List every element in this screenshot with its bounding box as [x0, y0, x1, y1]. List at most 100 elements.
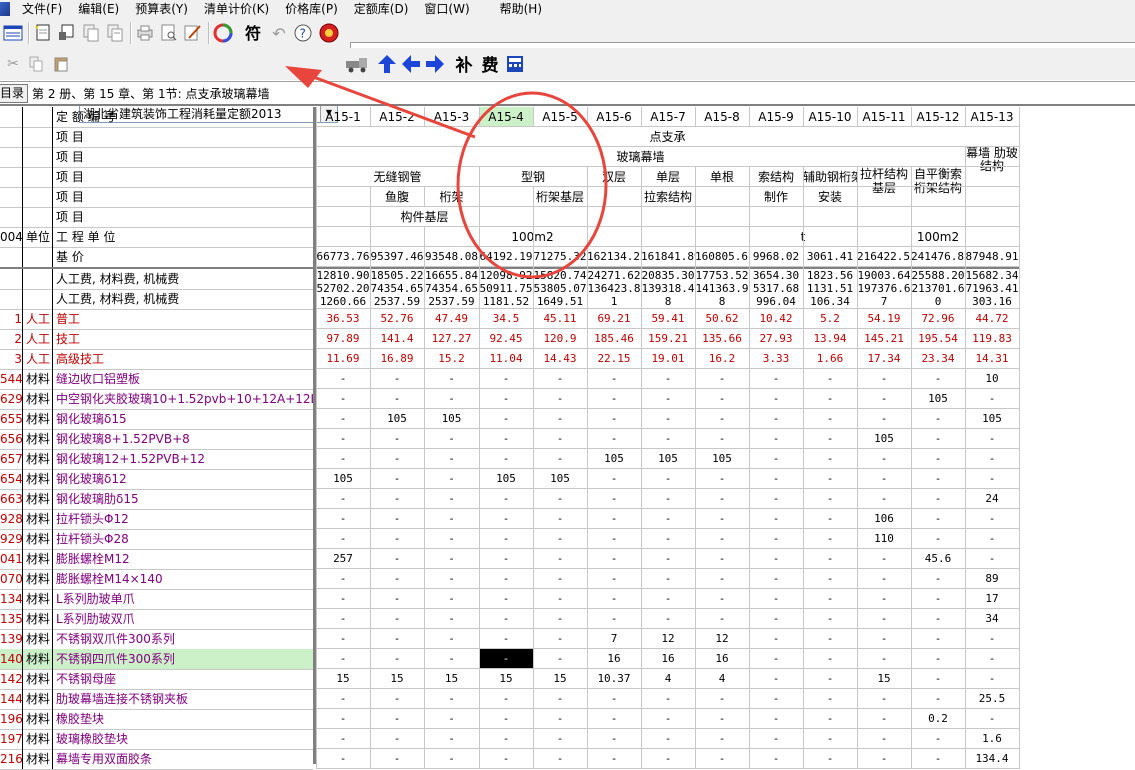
quantity-cell[interactable]: - — [911, 649, 965, 669]
quantity-cell[interactable]: 34 — [965, 609, 1019, 629]
quantity-cell[interactable]: - — [424, 529, 479, 549]
quantity-cell[interactable]: - — [965, 629, 1019, 649]
quantity-cell[interactable]: - — [424, 649, 479, 669]
quantity-cell[interactable]: 12 — [641, 629, 695, 649]
quantity-cell[interactable]: - — [424, 509, 479, 529]
quantity-cell[interactable]: 89 — [965, 569, 1019, 589]
quantity-cell[interactable]: - — [424, 589, 479, 609]
directory-button[interactable]: 目录 — [0, 83, 29, 103]
quantity-cell[interactable]: - — [641, 409, 695, 429]
quantity-cell[interactable]: - — [587, 749, 641, 769]
quantity-cell[interactable]: - — [370, 649, 424, 669]
arrow-right-icon[interactable] — [424, 53, 446, 75]
quantity-cell[interactable]: - — [316, 429, 370, 449]
quantity-cell[interactable]: - — [533, 749, 587, 769]
quantity-cell[interactable]: - — [857, 589, 911, 609]
quantity-cell[interactable]: - — [695, 749, 749, 769]
quantity-cell[interactable]: - — [641, 589, 695, 609]
table-row[interactable]: 基 价 — [0, 247, 313, 268]
arrow-up-icon[interactable] — [376, 53, 398, 75]
quantity-cell[interactable]: 22.15 — [587, 349, 641, 369]
quantity-cell[interactable]: - — [911, 749, 965, 769]
table-row[interactable]: 656 材料 钢化玻璃8+1.52PVB+8 — [0, 429, 313, 450]
quantity-cell[interactable]: - — [911, 589, 965, 609]
quantity-cell[interactable]: - — [533, 709, 587, 729]
quantity-cell[interactable]: 72.96 — [911, 309, 965, 329]
calculator-icon[interactable] — [504, 53, 526, 75]
quantity-cell[interactable]: - — [370, 589, 424, 609]
quota-code-A15-11[interactable]: A15-11 — [857, 107, 911, 127]
quantity-cell[interactable]: - — [749, 469, 803, 489]
quantity-cell[interactable]: - — [803, 729, 857, 749]
quantity-cell[interactable]: - — [695, 689, 749, 709]
quantity-cell[interactable]: - — [641, 729, 695, 749]
quantity-cell[interactable]: - — [479, 389, 533, 409]
quantity-cell[interactable]: 12 — [695, 629, 749, 649]
quantity-cell[interactable]: 16.89 — [370, 349, 424, 369]
table-row[interactable]: 项 目 — [0, 147, 313, 168]
quantity-cell[interactable]: - — [370, 429, 424, 449]
quantity-cell[interactable]: - — [316, 569, 370, 589]
quantity-cell[interactable]: - — [533, 489, 587, 509]
paste-icon[interactable] — [50, 53, 72, 75]
quantity-cell[interactable]: 105 — [695, 449, 749, 469]
quantity-cell[interactable]: - — [911, 609, 965, 629]
quantity-cell[interactable]: - — [965, 509, 1019, 529]
quantity-cell[interactable]: - — [316, 409, 370, 429]
quantity-cell[interactable]: - — [533, 629, 587, 649]
quantity-cell[interactable]: - — [749, 569, 803, 589]
quantity-cell[interactable]: 10 — [965, 369, 1019, 389]
quantity-cell[interactable]: 69.21 — [587, 309, 641, 329]
quantity-cell[interactable]: - — [370, 709, 424, 729]
quantity-cell[interactable]: 145.21 — [857, 329, 911, 349]
quantity-cell[interactable]: 92.45 — [479, 329, 533, 349]
quantity-cell[interactable]: - — [749, 749, 803, 769]
quantity-cell[interactable]: - — [803, 449, 857, 469]
quantity-cell[interactable]: 105 — [857, 429, 911, 449]
quantity-cell[interactable]: - — [479, 449, 533, 469]
quantity-cell[interactable]: 105 — [965, 409, 1019, 429]
quota-code-A15-7[interactable]: A15-7 — [641, 107, 695, 127]
exit-icon[interactable] — [318, 22, 340, 44]
quantity-cell[interactable]: 15 — [424, 669, 479, 689]
quantity-cell[interactable]: 120.9 — [533, 329, 587, 349]
quantity-cell[interactable]: 15 — [533, 669, 587, 689]
quantity-cell[interactable]: - — [587, 709, 641, 729]
quantity-cell[interactable]: - — [316, 629, 370, 649]
quantity-cell[interactable]: - — [479, 429, 533, 449]
quantity-cell[interactable]: 19.01 — [641, 349, 695, 369]
quantity-cell[interactable]: - — [641, 529, 695, 549]
quantity-cell[interactable]: 34.5 — [479, 309, 533, 329]
quantity-cell[interactable]: - — [316, 509, 370, 529]
quantity-cell[interactable]: - — [857, 609, 911, 629]
quantity-cell[interactable]: - — [911, 569, 965, 589]
quantity-cell[interactable]: - — [857, 709, 911, 729]
table-row[interactable]: 139 材料 不锈钢双爪件300系列 — [0, 629, 313, 650]
quota-code-A15-8[interactable]: A15-8 — [695, 107, 749, 127]
quantity-cell[interactable]: 17 — [965, 589, 1019, 609]
quantity-cell[interactable]: - — [803, 649, 857, 669]
quantity-cell[interactable]: 13.94 — [803, 329, 857, 349]
table-row[interactable]: 1 人工 普工 — [0, 309, 313, 330]
quantity-cell[interactable]: - — [424, 549, 479, 569]
quantity-cell[interactable]: - — [424, 429, 479, 449]
list-icon[interactable] — [2, 22, 24, 44]
quantity-cell[interactable]: - — [587, 569, 641, 589]
quantity-cell[interactable]: - — [857, 389, 911, 409]
quantity-cell[interactable]: 159.21 — [641, 329, 695, 349]
quantity-cell[interactable]: - — [857, 629, 911, 649]
new-document-icon[interactable] — [32, 22, 54, 44]
quantity-cell[interactable]: - — [803, 689, 857, 709]
quantity-cell[interactable]: - — [641, 389, 695, 409]
table-row[interactable]: 142 材料 不锈钢母座 — [0, 669, 313, 690]
menu-item-5[interactable]: 定额库(D) — [346, 0, 417, 18]
quantity-cell[interactable]: - — [695, 429, 749, 449]
quantity-cell[interactable]: - — [803, 429, 857, 449]
table-row[interactable]: 140 材料 不锈钢四爪件300系列 — [0, 649, 313, 670]
quantity-cell[interactable]: - — [316, 449, 370, 469]
quantity-cell[interactable]: - — [857, 749, 911, 769]
quantity-cell[interactable]: - — [479, 369, 533, 389]
table-row[interactable]: 项 目 — [0, 207, 313, 228]
quantity-cell[interactable]: - — [911, 669, 965, 689]
quantity-cell[interactable]: - — [641, 569, 695, 589]
